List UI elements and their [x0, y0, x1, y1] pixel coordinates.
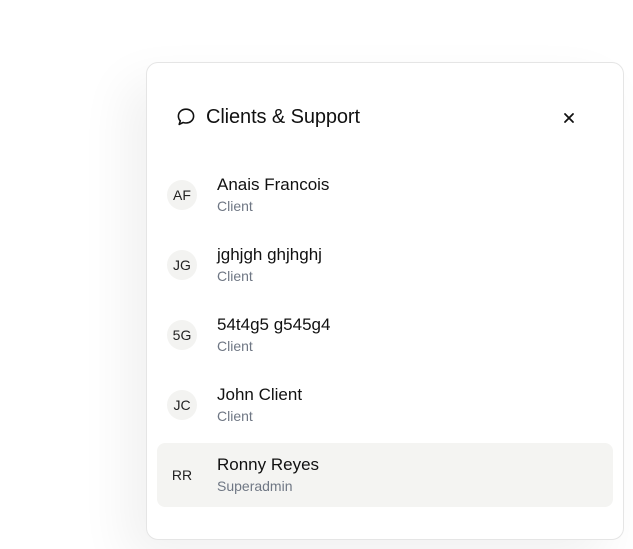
list-item[interactable]: AF Anais Francois Client [157, 163, 613, 227]
contact-name: John Client [217, 385, 303, 404]
close-icon [564, 113, 574, 123]
panel-title: Clients & Support [206, 105, 360, 128]
chat-bubble-icon [175, 106, 197, 128]
contact-name: jghjgh ghjhghj [217, 245, 322, 264]
contact-name: 54t4g5 g545g4 [217, 315, 331, 334]
contact-role: Superadmin [217, 478, 293, 494]
contact-role: Client [217, 338, 253, 354]
clients-support-panel: Clients & Support AF Anais Francois Clie… [146, 62, 624, 540]
list-item[interactable]: JG jghjgh ghjhghj Client [157, 233, 613, 297]
avatar: RR [171, 467, 193, 483]
list-item[interactable]: JC John Client Client [157, 373, 613, 437]
contact-name: Ronny Reyes [217, 455, 320, 474]
avatar: JC [167, 390, 197, 420]
list-item[interactable]: 5G 54t4g5 g545g4 Client [157, 303, 613, 367]
avatar: 5G [167, 320, 197, 350]
contact-list: AF Anais Francois Client JG jghjgh ghjhg… [157, 163, 613, 513]
list-item-active[interactable]: RR Ronny Reyes Superadmin [157, 443, 613, 507]
avatar: AF [167, 180, 197, 210]
panel-header: Clients & Support [175, 101, 595, 133]
contact-role: Client [217, 198, 253, 214]
contact-role: Client [217, 408, 253, 424]
contact-role: Client [217, 268, 253, 284]
contact-name: Anais Francois [217, 175, 330, 194]
close-button[interactable] [557, 106, 581, 130]
avatar: JG [167, 250, 197, 280]
